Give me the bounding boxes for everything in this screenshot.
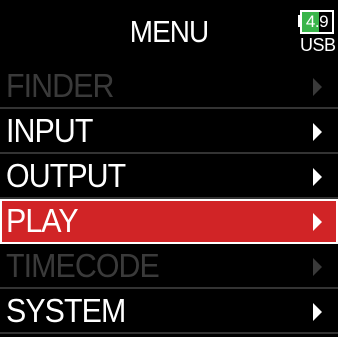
chevron-right-icon	[313, 303, 322, 321]
power-source-label: USB	[300, 35, 336, 55]
menu-item-label: OUTPUT	[6, 157, 126, 194]
menu-item-label: INPUT	[6, 112, 93, 149]
chevron-right-icon	[313, 258, 322, 276]
chevron-right-icon	[313, 78, 322, 96]
menu-item-output[interactable]: OUTPUT	[0, 154, 338, 199]
menu-item-finder[interactable]: FINDER	[0, 64, 338, 109]
battery-voltage: 4.9	[305, 12, 329, 31]
battery-icon: 4.9	[300, 10, 334, 34]
menu-list: FINDER INPUT OUTPUT PLAY TIMECODE SYSTEM	[0, 64, 338, 334]
menu-item-label: FINDER	[6, 67, 114, 104]
device-screen: MENU 4.9 USB FINDER INPUT OUTPUT PLAY TI…	[0, 0, 338, 337]
menu-item-label: SYSTEM	[6, 292, 126, 329]
header: MENU 4.9 USB	[0, 0, 338, 64]
menu-item-timecode[interactable]: TIMECODE	[0, 244, 338, 289]
chevron-right-icon	[313, 123, 322, 141]
page-title: MENU	[129, 14, 209, 49]
menu-item-label: TIMECODE	[6, 247, 160, 284]
menu-item-input[interactable]: INPUT	[0, 109, 338, 154]
menu-item-system[interactable]: SYSTEM	[0, 289, 338, 334]
menu-item-play[interactable]: PLAY	[0, 199, 338, 244]
chevron-right-icon	[313, 213, 322, 231]
menu-item-label: PLAY	[6, 202, 79, 239]
chevron-right-icon	[313, 168, 322, 186]
